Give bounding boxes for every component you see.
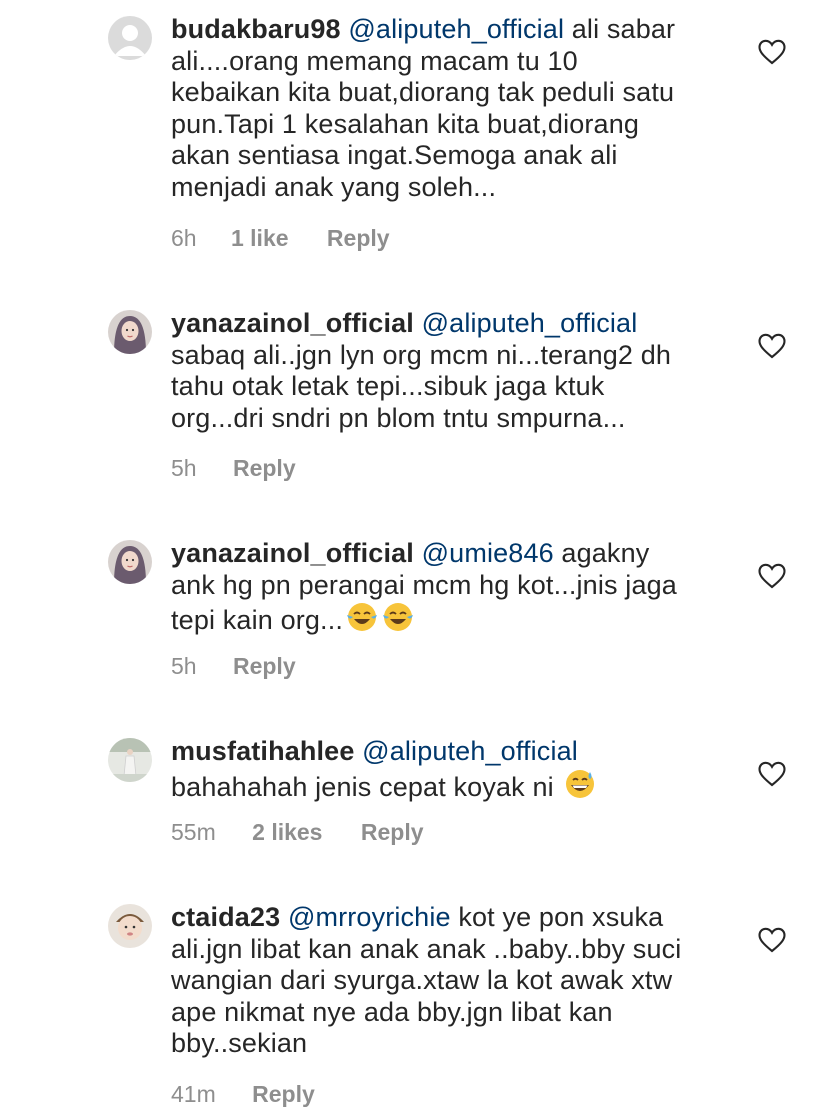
comment-meta: 5h Reply (171, 455, 296, 482)
avatar[interactable] (108, 310, 152, 354)
comment-body-line: ali.jgn libat kan anak anak ..baby..bby … (171, 933, 682, 964)
reply-button[interactable]: Reply (233, 455, 296, 482)
heart-outline-icon[interactable] (758, 927, 786, 953)
reply-button[interactable]: Reply (233, 653, 296, 680)
comment-mention[interactable]: @aliputeh_official (422, 308, 638, 338)
comment-body-line: wangian dari syurga.xtaw la kot awak xtw (171, 965, 673, 996)
comment-username[interactable]: yanazainol_official (171, 308, 414, 338)
avatar[interactable] (108, 738, 152, 782)
heart-outline-icon[interactable] (758, 333, 786, 359)
comment-meta: 41m Reply (171, 1081, 315, 1108)
reply-button[interactable]: Reply (252, 1081, 315, 1108)
heart-outline-icon[interactable] (758, 761, 786, 787)
comment-text: yanazainol_official @umie846 agakny ank … (171, 538, 731, 641)
comment-text: ctaida23 @mrroyrichie kot ye pon xsuka a… (171, 902, 731, 1060)
comment-body-line: tahu otak letak tepi...sibuk jaga ktuk (171, 371, 605, 402)
comment-body-line: ali sabar (564, 14, 676, 44)
avatar[interactable] (108, 16, 152, 60)
comment-text: budakbaru98 @aliputeh_official ali sabar… (171, 14, 731, 204)
comment-body-line: kebaikan kita buat,diorang tak peduli sa… (171, 77, 675, 108)
comment-username[interactable]: ctaida23 (171, 902, 280, 932)
comment-body-line: agakny (553, 538, 650, 568)
comment-timestamp: 5h (171, 455, 197, 481)
comment-meta: 5h Reply (171, 653, 296, 680)
comment-timestamp: 6h (171, 225, 197, 251)
comment-body-line: pun.Tapi 1 kesalahan kita buat,diorang (171, 108, 640, 139)
comment-username[interactable]: musfatihahlee (171, 736, 355, 766)
comment-body-line: kot ye pon xsuka (450, 902, 664, 932)
comment-mention[interactable]: @mrroyrichie (288, 902, 451, 932)
comment-body-line: sabaq ali..jgn lyn org mcm ni...terang2 … (171, 339, 672, 370)
comment-body-line: menjadi anak yang soleh... (171, 171, 497, 202)
grinning-face-with-sweat-icon (563, 768, 597, 808)
comment-body-line: org...dri sndri pn blom tntu smpurna... (171, 402, 626, 433)
comment-likes-count[interactable]: 2 likes (252, 819, 322, 846)
reply-button[interactable]: Reply (361, 819, 424, 846)
comment-body-line: tepi kain org... (171, 605, 343, 636)
heart-outline-icon[interactable] (758, 39, 786, 65)
comment-body-line: bby..sekian (171, 1028, 308, 1059)
comment-body-line: bahahahah jenis cepat koyak ni (171, 771, 562, 802)
comment-username[interactable]: budakbaru98 (171, 14, 341, 44)
comment-mention[interactable]: @umie846 (422, 538, 554, 568)
comment-mention[interactable]: @aliputeh_official (348, 14, 564, 44)
reply-button[interactable]: Reply (327, 225, 390, 252)
avatar[interactable] (108, 904, 152, 948)
comment-timestamp: 5h (171, 653, 197, 679)
face-with-tears-of-joy-icon (381, 601, 415, 641)
comment-timestamp: 55m (171, 819, 216, 845)
comment-meta: 6h 1 like Reply (171, 225, 390, 252)
comment-likes-count[interactable]: 1 like (231, 225, 289, 252)
heart-outline-icon[interactable] (758, 563, 786, 589)
comment-body-line: ank hg pn perangai mcm hg kot...jnis jag… (171, 569, 677, 600)
face-with-tears-of-joy-icon (345, 601, 379, 641)
comment-meta: 55m 2 likes Reply (171, 819, 424, 846)
comment-text: yanazainol_official @aliputeh_official s… (171, 308, 731, 434)
comment-body-line: akan sentiasa ingat.Semoga anak ali (171, 140, 618, 171)
comment-timestamp: 41m (171, 1081, 216, 1107)
comment-body-line: ape nikmat nye ada bby.jgn libat kan (171, 996, 613, 1027)
comment-text: musfatihahlee @aliputeh_official bahahah… (171, 736, 731, 807)
avatar[interactable] (108, 540, 152, 584)
comment-username[interactable]: yanazainol_official (171, 538, 414, 568)
comment-body-line: ali....orang memang macam tu 10 (171, 45, 578, 76)
comment-mention[interactable]: @aliputeh_official (362, 736, 578, 766)
